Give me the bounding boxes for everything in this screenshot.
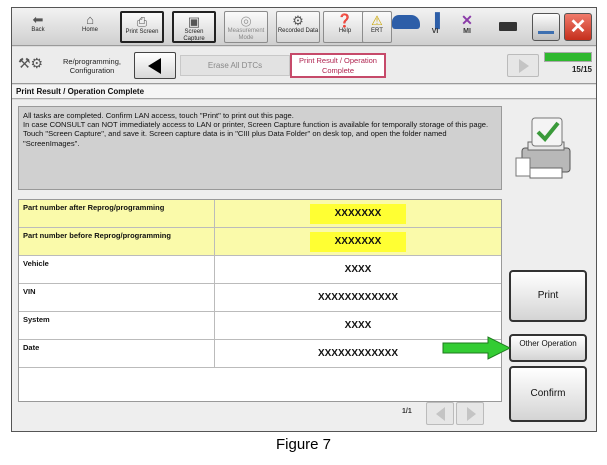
breadcrumb-reprogramming[interactable]: Re/programming, Configuration (52, 57, 132, 75)
row-label: Date (19, 340, 215, 367)
part-number-after-value: XXXXXXX (310, 204, 406, 224)
recorded-data-label: Recorded Data (277, 28, 319, 34)
row-label: Vehicle (19, 256, 215, 283)
print-screen-label: Print Screen (125, 29, 159, 35)
main-content: All tasks are completed. Confirm LAN acc… (12, 100, 596, 431)
screen-capture-label: Screen Capture (183, 29, 205, 42)
ert-label: ERT (371, 28, 383, 34)
toolbar: ⬅ Back ⌂ Home ⎙ Print Screen ▣ Screen Ca… (12, 8, 596, 46)
page-prev-button[interactable] (426, 402, 454, 425)
row-label: Part number after Reprog/programming (19, 200, 215, 227)
printer-check-icon (515, 117, 571, 179)
result-table: Part number after Reprog/programming XXX… (18, 199, 502, 402)
confirm-button[interactable]: Confirm (509, 366, 587, 422)
ert-button[interactable]: ⚠ ERT (362, 11, 392, 43)
camera-icon: ▣ (187, 14, 201, 29)
back-arrow-icon: ⬅ (32, 12, 44, 27)
row-value: XXXXXXX (215, 200, 501, 227)
print-button[interactable]: Print (509, 270, 587, 322)
table-row: VIN XXXXXXXXXXXX (19, 284, 501, 312)
system-value: XXXX (344, 320, 372, 331)
navigation-bar: ⚒⚙ Re/programming, Configuration Erase A… (12, 47, 596, 84)
reprogramming-icon: ⚒⚙ (18, 55, 44, 71)
vi-status: ▐ VI (423, 12, 447, 35)
row-label: VIN (19, 284, 215, 311)
printer-icon: ⎙ (136, 14, 148, 29)
page-title: Print Result / Operation Complete (12, 85, 596, 99)
battery-icon (499, 22, 517, 31)
progress-bar (544, 52, 592, 62)
help-icon: ❓ (336, 13, 354, 28)
measurement-mode-button[interactable]: ◎ Measurement Mode (224, 11, 268, 43)
table-row: Part number after Reprog/programming XXX… (19, 200, 501, 228)
progress-fill (545, 53, 591, 61)
mi-label: MI (463, 28, 471, 35)
back-label: Back (31, 27, 45, 33)
mi-x-icon: ✕ (461, 12, 473, 28)
progress-text: 15/15 (571, 65, 592, 74)
instruction-message: All tasks are completed. Confirm LAN acc… (18, 106, 502, 190)
row-value: XXXXXXX (215, 228, 501, 255)
table-row: Vehicle XXXX (19, 256, 501, 284)
figure-caption: Figure 7 (275, 436, 332, 453)
breadcrumb-erase-dtcs: Erase All DTCs (180, 55, 290, 76)
print-screen-button[interactable]: ⎙ Print Screen (120, 11, 164, 43)
vehicle-icon (392, 15, 420, 29)
page-indicator: 1/1 (402, 408, 412, 415)
close-button[interactable]: ✕ (564, 13, 592, 41)
row-label: Part number before Reprog/programming (19, 228, 215, 255)
part-number-before-value: XXXXXXX (310, 232, 406, 252)
message-line-1: All tasks are completed. Confirm LAN acc… (23, 111, 294, 120)
screen-capture-button[interactable]: ▣ Screen Capture (172, 11, 216, 43)
table-row: Date XXXXXXXXXXXX (19, 340, 501, 368)
breadcrumb-current: Print Result / Operation Complete (290, 53, 386, 78)
measurement-mode-label: Measurement Mode (227, 28, 265, 41)
back-button[interactable]: ⬅ Back (16, 11, 60, 43)
nav-forward-button[interactable] (507, 54, 539, 77)
measurement-icon: ◎ (240, 13, 252, 28)
table-row: Part number before Reprog/programming XX… (19, 228, 501, 256)
help-button[interactable]: ❓ Help (323, 11, 367, 43)
breadcrumb-current-label: Print Result / Operation Complete (299, 56, 377, 75)
home-icon: ⌂ (86, 12, 94, 27)
help-label: Help (338, 28, 352, 34)
vi-label: VI (431, 28, 439, 35)
consult-screen: ⬅ Back ⌂ Home ⎙ Print Screen ▣ Screen Ca… (11, 7, 597, 432)
vehicle-value: XXXX (344, 264, 372, 275)
table-row: System XXXX (19, 312, 501, 340)
row-label: System (19, 312, 215, 339)
green-arrow-icon (442, 336, 512, 360)
warning-icon: ⚠ (371, 13, 383, 28)
message-line-2: In case CONSULT can NOT immediately acce… (23, 120, 489, 148)
vin-value: XXXXXXXXXXXX (317, 292, 399, 303)
close-icon: ✕ (569, 16, 587, 38)
home-label: Home (81, 27, 98, 33)
table-row-empty (19, 368, 501, 402)
other-operation-button[interactable]: Other Operation (509, 334, 587, 362)
recorded-data-icon: ⚙ (292, 13, 304, 28)
recorded-data-button[interactable]: ⚙ Recorded Data (276, 11, 320, 43)
nav-back-button[interactable] (134, 52, 176, 79)
minimize-button[interactable] (532, 13, 560, 41)
pager: 1/1 (402, 400, 502, 426)
mi-status: ✕ MI (455, 12, 479, 35)
step-progress: 15/15 (544, 52, 592, 79)
page-next-button[interactable] (456, 402, 484, 425)
home-button[interactable]: ⌂ Home (68, 11, 112, 43)
signal-icon: ▐ (430, 12, 440, 28)
